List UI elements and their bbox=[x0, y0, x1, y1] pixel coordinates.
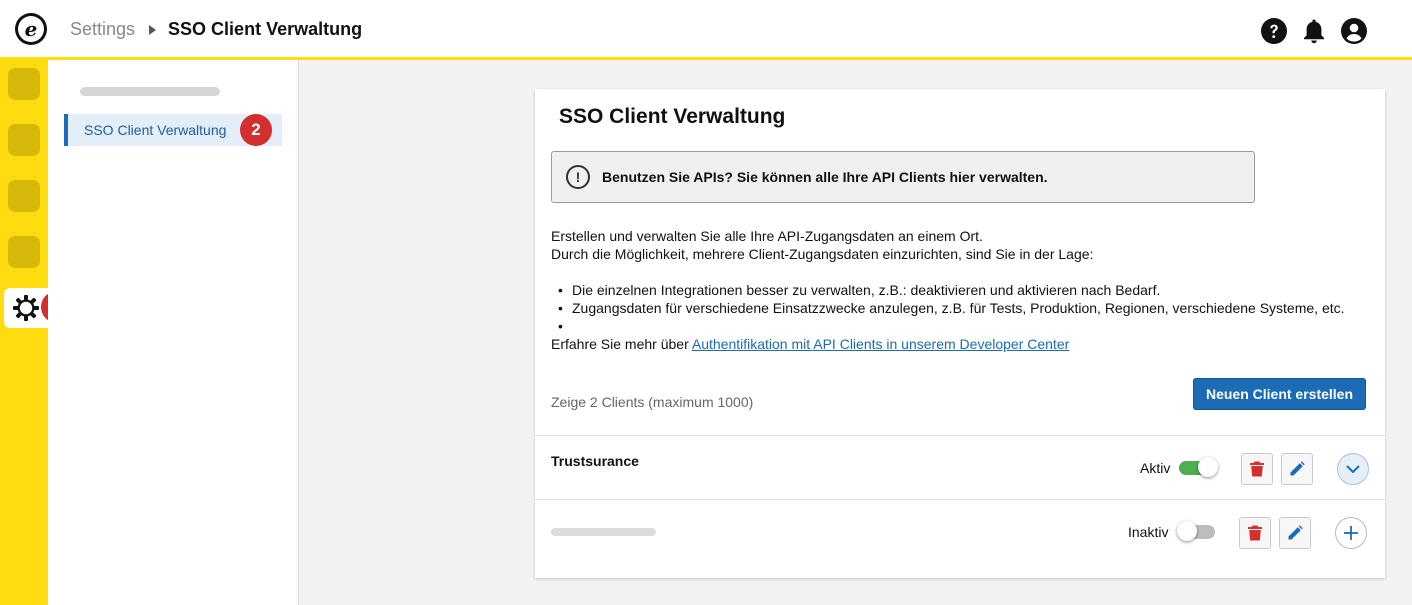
learn-more-line: Erfahre Sie mehr über Authentifikation m… bbox=[551, 335, 1361, 353]
client-name: Trustsurance bbox=[551, 453, 639, 469]
gear-icon bbox=[13, 295, 39, 321]
trash-icon bbox=[1250, 461, 1264, 477]
benefit-item bbox=[551, 317, 1361, 335]
intro-line: Durch die Möglichkeit, mehrere Client-Zu… bbox=[551, 246, 1094, 262]
breadcrumb-settings-link[interactable]: Settings bbox=[70, 19, 135, 40]
learn-more-prefix: Erfahre Sie mehr über bbox=[551, 336, 689, 352]
expand-button[interactable] bbox=[1337, 453, 1369, 485]
sso-client-card: SSO Client Verwaltung ! Benutzen Sie API… bbox=[535, 89, 1385, 578]
annotation-marker: 2 bbox=[240, 114, 272, 146]
new-client-button[interactable]: Neuen Client erstellen bbox=[1193, 378, 1366, 410]
rail-nav-item[interactable] bbox=[8, 124, 40, 156]
intro-line: Erstellen und verwalten Sie alle Ihre AP… bbox=[551, 228, 983, 244]
benefit-item: Die einzelnen Integrationen besser zu ve… bbox=[551, 281, 1361, 299]
breadcrumb-current: SSO Client Verwaltung bbox=[168, 19, 363, 39]
subnav-heading-placeholder bbox=[80, 87, 220, 96]
logo-e-glyph: e bbox=[18, 16, 44, 42]
toggle-knob bbox=[1177, 521, 1197, 541]
client-row: Trustsurance Aktiv bbox=[535, 435, 1385, 499]
left-rail bbox=[0, 60, 48, 605]
client-count: Zeige 2 Clients (maximum 1000) bbox=[551, 394, 754, 410]
delete-button[interactable] bbox=[1241, 453, 1273, 485]
alert-text: Benutzen Sie APIs? Sie können alle Ihre … bbox=[602, 169, 1048, 185]
client-status-label: Inaktiv bbox=[1128, 524, 1169, 540]
plus-icon bbox=[1344, 526, 1358, 540]
rail-nav-item[interactable] bbox=[8, 68, 40, 100]
breadcrumb-separator-icon bbox=[149, 24, 157, 35]
client-active-toggle[interactable] bbox=[1177, 521, 1215, 541]
client-active-toggle[interactable] bbox=[1179, 457, 1218, 477]
top-header: e Settings SSO Client Verwaltung bbox=[0, 0, 1412, 60]
chevron-down-icon bbox=[1346, 464, 1360, 473]
breadcrumb: Settings SSO Client Verwaltung bbox=[70, 19, 362, 40]
bell-icon[interactable] bbox=[1301, 18, 1327, 44]
help-icon[interactable] bbox=[1261, 18, 1287, 44]
toggle-knob bbox=[1198, 457, 1218, 477]
description: Erstellen und verwalten Sie alle Ihre AP… bbox=[551, 227, 1361, 353]
pencil-icon bbox=[1290, 461, 1305, 476]
client-row: Inaktiv bbox=[535, 499, 1385, 563]
trash-icon bbox=[1248, 525, 1262, 541]
benefit-item: Zugangsdaten für verschiedene Einsatzzwe… bbox=[551, 299, 1361, 317]
benefit-list: Die einzelnen Integrationen besser zu ve… bbox=[551, 281, 1361, 335]
pencil-icon bbox=[1288, 525, 1303, 540]
expand-button[interactable] bbox=[1335, 517, 1367, 549]
edit-button[interactable] bbox=[1281, 453, 1313, 485]
user-icon[interactable] bbox=[1341, 18, 1367, 44]
delete-button[interactable] bbox=[1239, 517, 1271, 549]
client-name-placeholder bbox=[551, 528, 656, 536]
client-status-label: Aktiv bbox=[1140, 460, 1171, 476]
edit-button[interactable] bbox=[1279, 517, 1311, 549]
developer-center-link[interactable]: Authentifikation mit API Clients in unse… bbox=[692, 336, 1069, 352]
page-title: SSO Client Verwaltung bbox=[559, 105, 786, 128]
rail-nav-item[interactable] bbox=[8, 236, 40, 268]
rail-nav-item[interactable] bbox=[8, 180, 40, 212]
info-exclamation-icon: ! bbox=[566, 165, 590, 189]
app-logo[interactable]: e bbox=[15, 13, 47, 45]
info-alert: ! Benutzen Sie APIs? Sie können alle Ihr… bbox=[551, 151, 1255, 203]
